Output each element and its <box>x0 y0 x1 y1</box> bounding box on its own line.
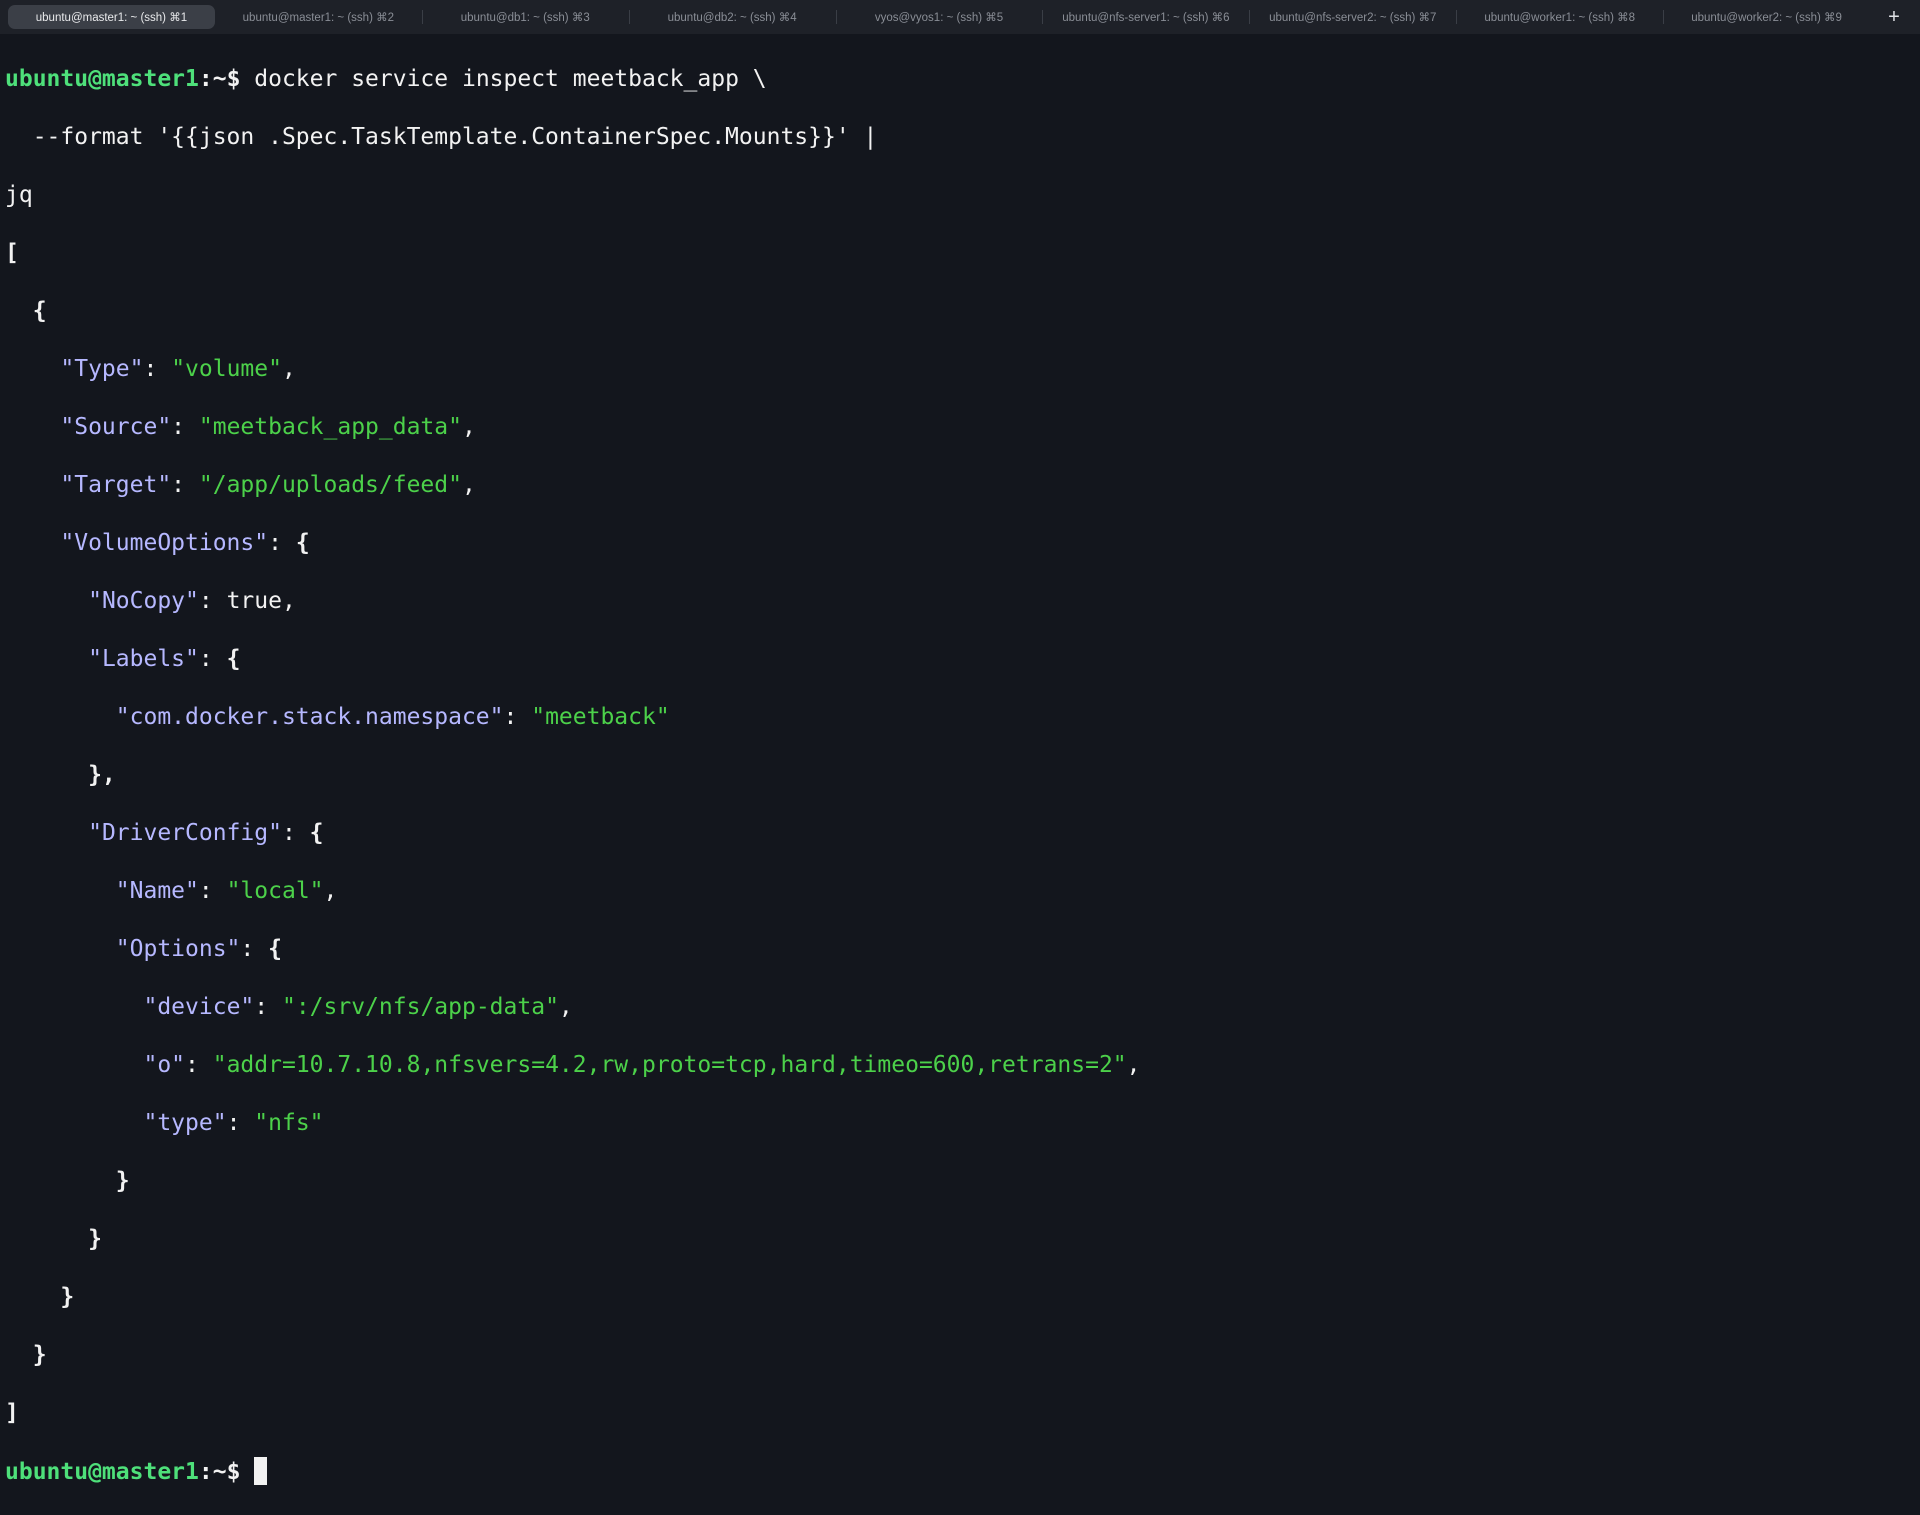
json-key: "Options" <box>115 936 241 962</box>
json-string: "nfs" <box>254 1110 324 1136</box>
tab-nfs-server1[interactable]: ubuntu@nfs-server1: ~ (ssh) ⌘6 <box>1042 5 1249 29</box>
new-tab-button[interactable]: + <box>1876 5 1912 29</box>
json-key: "VolumeOptions" <box>60 530 269 556</box>
terminal-output[interactable]: ubuntu@master1:~$ docker service inspect… <box>5 34 1915 1485</box>
tab-worker2[interactable]: ubuntu@worker2: ~ (ssh) ⌘9 <box>1663 5 1870 29</box>
json-line: "Target": "/app/uploads/feed", <box>60 472 476 498</box>
tab-master1-1[interactable]: ubuntu@master1: ~ (ssh) ⌘1 <box>8 5 215 29</box>
json-string: "local" <box>226 878 324 904</box>
json-key: "com.docker.stack.namespace" <box>115 704 504 730</box>
tab-master1-2[interactable]: ubuntu@master1: ~ (ssh) ⌘2 <box>215 5 422 29</box>
tab-list: ubuntu@master1: ~ (ssh) ⌘1 ubuntu@master… <box>8 5 1870 29</box>
json-line: "type": "nfs" <box>143 1110 324 1136</box>
prompt-suffix: :~$ <box>198 1459 241 1485</box>
tab-bar: ubuntu@master1: ~ (ssh) ⌘1 ubuntu@master… <box>0 0 1920 34</box>
json-line: } <box>5 1284 75 1310</box>
json-key: "Labels" <box>88 646 199 672</box>
tab-db2[interactable]: ubuntu@db2: ~ (ssh) ⌘4 <box>628 5 836 29</box>
json-string: "addr=10.7.10.8,nfsvers=4.2,rw,proto=tcp… <box>212 1052 1127 1078</box>
json-line: "VolumeOptions": { <box>60 530 310 556</box>
json-line: "DriverConfig": { <box>88 820 324 846</box>
command-continuation-2: jq <box>5 181 1915 210</box>
json-key: "Target" <box>60 472 172 498</box>
json-key: "Source" <box>60 414 172 440</box>
json-line: "o": "addr=10.7.10.8,nfsvers=4.2,rw,prot… <box>143 1052 1141 1078</box>
json-line: { <box>5 298 47 324</box>
json-line: } <box>5 1226 102 1252</box>
json-key: "device" <box>143 994 255 1020</box>
command-text-3: jq <box>5 182 33 208</box>
json-line: [ <box>5 240 19 266</box>
text-cursor <box>254 1457 268 1485</box>
command-continuation: --format '{{json .Spec.TaskTemplate.Cont… <box>5 123 1915 152</box>
json-line: "Source": "meetback_app_data", <box>60 414 476 440</box>
json-string: "volume" <box>171 356 282 382</box>
json-string: ":/srv/nfs/app-data" <box>281 994 559 1020</box>
prompt-suffix: :~$ <box>198 66 241 92</box>
json-line: } <box>5 1342 47 1368</box>
tab-vyos1[interactable]: vyos@vyos1: ~ (ssh) ⌘5 <box>835 5 1043 29</box>
json-bool: true <box>226 588 282 614</box>
json-line: "Labels": { <box>88 646 241 672</box>
json-line: "com.docker.stack.namespace": "meetback" <box>115 704 670 730</box>
tab-nfs-server2[interactable]: ubuntu@nfs-server2: ~ (ssh) ⌘7 <box>1249 5 1456 29</box>
json-key: "Type" <box>60 356 144 382</box>
json-string: "meetback" <box>531 704 670 730</box>
tab-db1[interactable]: ubuntu@db1: ~ (ssh) ⌘3 <box>421 5 629 29</box>
current-prompt-line[interactable]: ubuntu@master1:~$ <box>5 1457 1915 1486</box>
prompt-user-host: ubuntu@master1 <box>5 1459 199 1485</box>
json-line: } <box>5 1168 130 1194</box>
json-line: ] <box>5 1400 19 1426</box>
json-line: "NoCopy": true, <box>88 588 296 614</box>
json-line: "Type": "volume", <box>60 356 296 382</box>
json-key: "Name" <box>115 878 199 904</box>
json-line: }, <box>5 762 116 788</box>
command-text: docker service inspect meetback_app \ <box>240 66 767 92</box>
json-key: "type" <box>143 1110 227 1136</box>
command-text-2: --format '{{json .Spec.TaskTemplate.Cont… <box>5 124 878 150</box>
json-string: "/app/uploads/feed" <box>198 472 462 498</box>
json-string: "meetback_app_data" <box>198 414 462 440</box>
command-line: ubuntu@master1:~$ docker service inspect… <box>5 65 1915 94</box>
json-line: "Name": "local", <box>115 878 338 904</box>
prompt-user-host: ubuntu@master1 <box>5 66 199 92</box>
tab-worker1[interactable]: ubuntu@worker1: ~ (ssh) ⌘8 <box>1456 5 1663 29</box>
json-key: "NoCopy" <box>88 588 199 614</box>
json-line: "Options": { <box>115 936 282 962</box>
json-line: "device": ":/srv/nfs/app-data", <box>143 994 573 1020</box>
json-key: "o" <box>143 1052 186 1078</box>
json-key: "DriverConfig" <box>88 820 282 846</box>
